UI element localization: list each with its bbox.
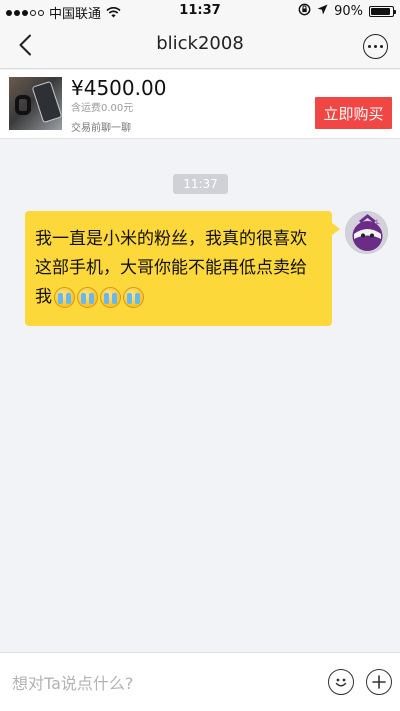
conversation-title: blick2008	[156, 33, 244, 54]
cry-emoji	[77, 286, 98, 308]
message-timestamp: 11:37	[173, 174, 228, 194]
more-icon[interactable]	[363, 34, 388, 59]
product-price: ¥4500.00	[71, 76, 167, 100]
message-input[interactable]	[12, 671, 302, 695]
nav-bar: blick2008	[0, 22, 400, 69]
battery-percent: 90%	[334, 4, 363, 19]
product-card[interactable]: ¥4500.00 含运费0.00元 交易前聊一聊 立即购买	[0, 70, 400, 139]
product-thumbnail[interactable]	[9, 77, 62, 130]
emoji-group	[54, 286, 144, 308]
chat-message-bubble[interactable]: 我一直是小米的粉丝，我真的很喜欢这部手机，大哥你能不能再低点卖给我	[25, 211, 340, 326]
status-right: 90%	[298, 3, 396, 20]
location-arrow-icon	[317, 4, 328, 19]
avatar[interactable]: L	[345, 211, 388, 254]
plus-icon[interactable]	[366, 669, 392, 695]
cry-emoji	[100, 286, 121, 308]
buy-now-button[interactable]: 立即购买	[315, 97, 392, 129]
lock-rotation-icon	[298, 3, 311, 20]
shipping-fee: 含运费0.00元	[71, 103, 134, 114]
cry-emoji	[123, 286, 144, 308]
trade-hint: 交易前聊一聊	[71, 123, 131, 134]
status-bar: 中国联通 11:37 90%	[0, 0, 400, 22]
emoji-icon[interactable]	[328, 669, 354, 695]
battery-icon	[369, 6, 396, 17]
cry-emoji	[54, 286, 75, 308]
